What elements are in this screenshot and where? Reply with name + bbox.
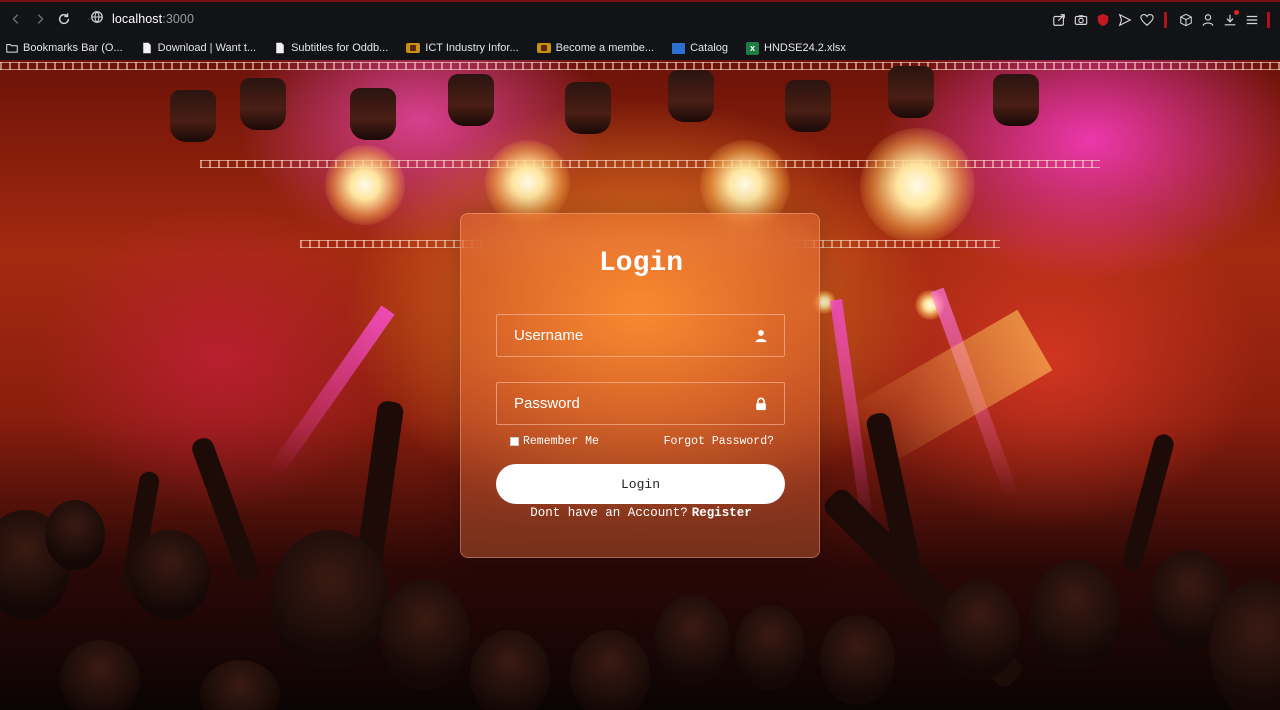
gov-icon xyxy=(406,43,421,53)
stage-fixture xyxy=(565,82,611,134)
bookmark-item[interactable]: Become a membe... xyxy=(536,42,655,54)
crowd-head xyxy=(380,580,470,690)
send-icon[interactable] xyxy=(1114,10,1136,30)
register-prompt: Dont have an Account? xyxy=(530,506,688,520)
username-field[interactable] xyxy=(496,314,785,357)
lock-icon xyxy=(754,397,768,411)
remember-checkbox[interactable] xyxy=(510,437,519,446)
crowd-head xyxy=(130,530,210,620)
bookmark-label: HNDSE24.2.xlsx xyxy=(764,42,846,54)
ieee-icon xyxy=(672,42,686,54)
browser-toolbar: localhost:3000 xyxy=(0,0,1280,36)
bookmark-item[interactable]: ICT Industry Infor... xyxy=(406,42,519,54)
bookmark-item[interactable]: Catalog xyxy=(672,42,728,54)
toolbar-divider xyxy=(1267,12,1270,28)
spotlight xyxy=(325,145,405,225)
gov-icon xyxy=(536,43,551,53)
crowd-head xyxy=(940,580,1020,680)
remember-label: Remember Me xyxy=(523,435,599,448)
bookmark-label: Subtitles for Oddb... xyxy=(291,42,389,54)
bookmark-item[interactable]: Subtitles for Oddb... xyxy=(274,42,388,54)
raised-arm xyxy=(1120,432,1176,573)
register-row: Dont have an Account? Register xyxy=(461,506,821,520)
profile-icon[interactable] xyxy=(1197,10,1219,30)
username-input[interactable] xyxy=(497,315,754,356)
stage-fixture xyxy=(785,80,831,132)
stage-fixture xyxy=(240,78,286,130)
address-bar[interactable]: localhost:3000 xyxy=(90,10,194,29)
login-title: Login xyxy=(598,248,683,279)
bookmark-label: Become a membe... xyxy=(555,42,655,54)
crowd-head xyxy=(570,630,650,710)
page-icon xyxy=(141,42,153,54)
crowd-head xyxy=(735,605,805,690)
forgot-password-link[interactable]: Forgot Password? xyxy=(664,435,774,448)
stage-fixture xyxy=(448,74,494,126)
crowd-head xyxy=(60,640,140,710)
folder-icon xyxy=(6,42,18,54)
crowd-head xyxy=(45,500,105,570)
login-options: Remember Me Forgot Password? xyxy=(510,435,774,448)
bookmark-item[interactable]: x HNDSE24.2.xlsx xyxy=(746,41,846,55)
crowd-head xyxy=(200,660,280,710)
toolbar-divider xyxy=(1164,12,1167,28)
stage-fixture xyxy=(993,74,1039,126)
login-card: Login Remember Me Forgot Password? Login… xyxy=(460,213,820,558)
url-host: localhost xyxy=(112,12,163,26)
heart-icon[interactable] xyxy=(1136,10,1158,30)
user-icon xyxy=(754,329,768,343)
password-input[interactable] xyxy=(497,383,754,424)
bookmark-label: Download | Want t... xyxy=(157,42,257,54)
bookmark-label: Catalog xyxy=(690,42,728,54)
bookmark-item[interactable]: Download | Want t... xyxy=(141,42,256,54)
crowd-head xyxy=(270,530,390,670)
url-port: :3000 xyxy=(162,12,195,26)
stage-fixture xyxy=(170,90,216,142)
menu-icon[interactable] xyxy=(1241,10,1263,30)
crowd-head xyxy=(470,630,550,710)
remember-me[interactable]: Remember Me xyxy=(510,435,599,448)
excel-icon: x xyxy=(746,41,759,55)
url-text: localhost:3000 xyxy=(112,12,194,26)
shield-icon[interactable] xyxy=(1092,10,1114,30)
bookmark-item[interactable]: Bookmarks Bar (O... xyxy=(6,42,123,54)
forward-icon[interactable] xyxy=(28,7,52,31)
bookmark-label: ICT Industry Infor... xyxy=(425,42,519,54)
download-icon[interactable] xyxy=(1219,10,1241,30)
reload-icon[interactable] xyxy=(52,7,76,31)
site-info-icon[interactable] xyxy=(90,10,104,29)
password-field[interactable] xyxy=(496,382,785,425)
back-icon[interactable] xyxy=(4,7,28,31)
truss xyxy=(0,62,1280,70)
screenshot-icon[interactable] xyxy=(1070,10,1092,30)
share-icon[interactable] xyxy=(1048,10,1070,30)
crowd-head xyxy=(1030,560,1120,670)
spotlight xyxy=(860,128,975,243)
page-icon xyxy=(274,42,286,54)
stage-fixture xyxy=(350,88,396,140)
stage-fixture xyxy=(888,66,934,118)
login-button[interactable]: Login xyxy=(496,464,785,504)
crowd-head xyxy=(820,615,895,705)
stage-fixture xyxy=(668,70,714,122)
bookmark-label: Bookmarks Bar (O... xyxy=(23,42,123,54)
cube-icon[interactable] xyxy=(1175,10,1197,30)
register-link[interactable]: Register xyxy=(692,506,752,520)
crowd-head xyxy=(655,595,730,685)
bookmarks-bar: Bookmarks Bar (O... Download | Want t...… xyxy=(0,36,1280,60)
